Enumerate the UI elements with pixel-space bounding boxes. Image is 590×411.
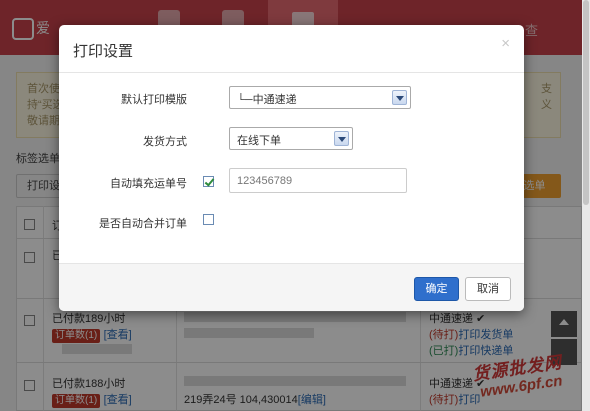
autofill-label: 自动填充运单号 — [110, 178, 187, 190]
autofill-checkbox[interactable] — [203, 176, 214, 187]
close-icon[interactable]: × — [501, 35, 510, 52]
shipping-method-select[interactable]: 在线下单 — [229, 127, 353, 150]
shipping-method-label: 发货方式 — [143, 136, 187, 148]
chevron-down-icon — [392, 90, 407, 105]
template-label: 默认打印模版 — [121, 94, 187, 106]
template-select[interactable]: └─中通速递 — [229, 86, 411, 109]
merge-orders-label: 是否自动合并订单 — [99, 218, 187, 230]
cancel-button[interactable]: 取消 — [465, 277, 511, 301]
print-settings-dialog: 打印设置 × 默认打印模版 └─中通速递 发货方式 在线下单 自动填充运单号 是… — [59, 25, 524, 311]
confirm-button[interactable]: 确定 — [414, 277, 459, 301]
chevron-down-icon — [334, 131, 349, 146]
page-scrollbar-thumb[interactable] — [583, 0, 589, 205]
merge-orders-checkbox[interactable] — [203, 214, 214, 225]
dialog-title: 打印设置 — [73, 43, 134, 60]
template-select-value: └─中通速递 — [237, 94, 297, 106]
tracking-number-input[interactable] — [229, 168, 407, 193]
dialog-footer: 确定 取消 — [59, 263, 524, 311]
shipping-method-value: 在线下单 — [237, 135, 281, 147]
dialog-header: 打印设置 × — [59, 25, 524, 73]
